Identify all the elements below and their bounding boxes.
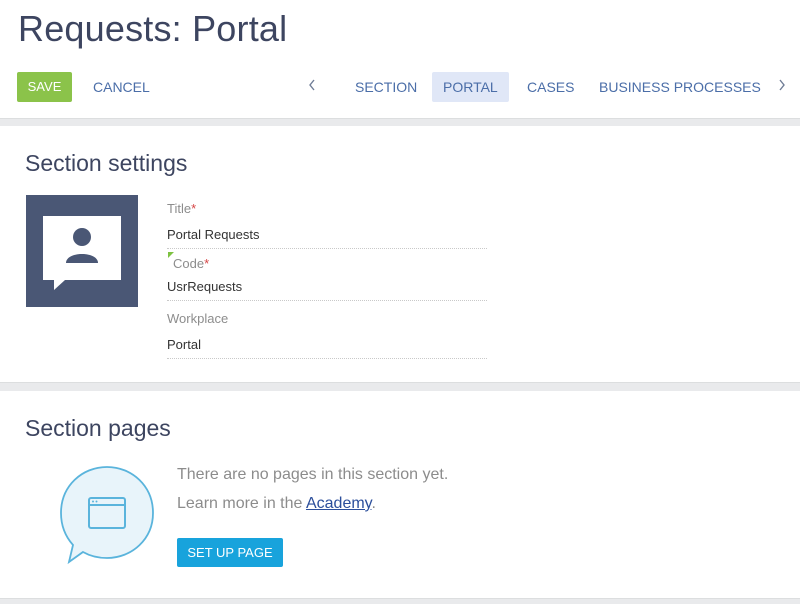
- chat-bubble-window-icon: [60, 466, 156, 573]
- title-label: Title*: [167, 201, 197, 216]
- title-field[interactable]: Portal Requests: [167, 227, 487, 249]
- portal-user-icon: [43, 216, 121, 290]
- required-marker: *: [191, 201, 197, 216]
- tab-cases[interactable]: CASES: [516, 72, 585, 102]
- section-image[interactable]: [26, 195, 138, 307]
- chevron-right-icon[interactable]: [775, 72, 789, 102]
- empty-message: There are no pages in this section yet.: [177, 466, 449, 483]
- divider: [0, 598, 800, 604]
- code-label: Code*: [173, 256, 210, 271]
- divider: [0, 382, 800, 391]
- page-title: Requests: Portal: [18, 8, 288, 49]
- required-marker: *: [204, 256, 210, 271]
- workplace-field[interactable]: Portal: [167, 337, 487, 359]
- set-up-page-button[interactable]: SET UP PAGE: [177, 538, 283, 567]
- learn-more-prefix: Learn more in the: [177, 495, 306, 512]
- academy-link[interactable]: Academy: [306, 495, 372, 512]
- section-settings-title: Section settings: [25, 150, 188, 176]
- save-button[interactable]: SAVE: [17, 72, 72, 102]
- tab-business-processes[interactable]: BUSINESS PROCESSES: [588, 72, 772, 102]
- code-field[interactable]: UsrRequests: [167, 279, 487, 301]
- chevron-left-icon[interactable]: [305, 72, 319, 102]
- divider: [0, 118, 800, 126]
- tab-portal[interactable]: PORTAL: [432, 72, 509, 102]
- learn-more-text: Learn more in the Academy.: [177, 495, 376, 513]
- workplace-label: Workplace: [167, 311, 229, 326]
- learn-more-suffix: .: [371, 495, 376, 512]
- cancel-button[interactable]: CANCEL: [93, 72, 150, 102]
- tab-section[interactable]: SECTION: [344, 72, 428, 102]
- section-pages-title: Section pages: [25, 415, 171, 441]
